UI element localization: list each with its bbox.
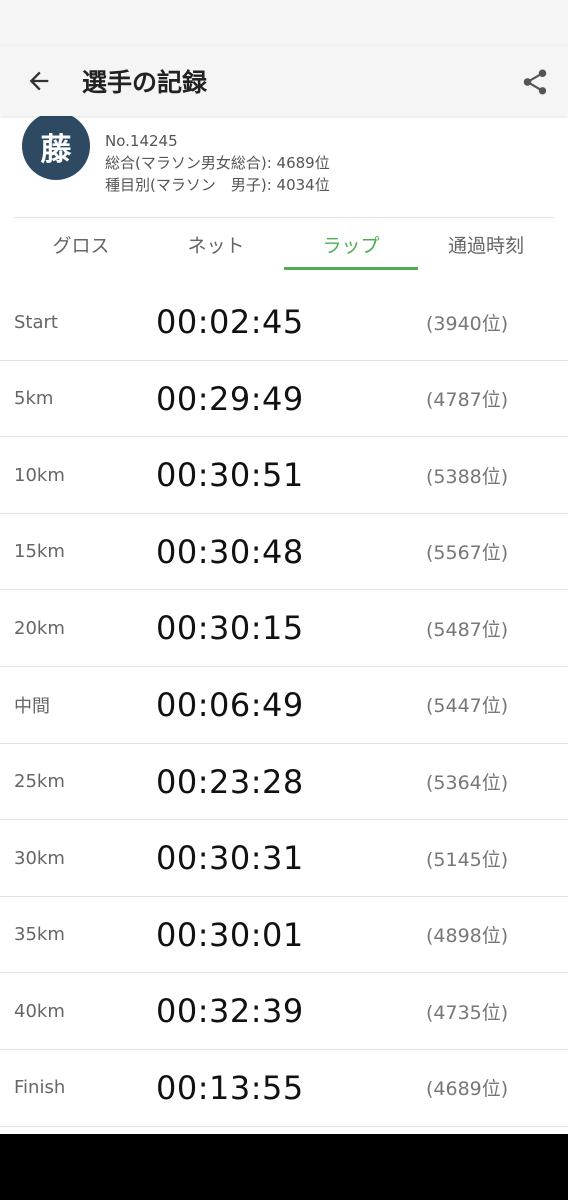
split-label: Start <box>14 311 58 333</box>
split-label: 40km <box>14 1000 65 1022</box>
split-time: 00:30:48 <box>156 532 304 571</box>
runner-profile: 藤 No.14245 総合(マラソン男女総合): 4689位 種目別(マラソン … <box>0 112 568 218</box>
split-time: 00:29:49 <box>156 379 304 418</box>
split-time: 00:06:49 <box>156 685 304 724</box>
split-rank: (5388位) <box>426 465 509 488</box>
split-time: 00:30:31 <box>156 839 304 878</box>
split-time: 00:13:55 <box>156 1068 304 1107</box>
list-item: 中間 00:06:49 (5447位) <box>0 666 568 744</box>
split-rank: (4689位) <box>426 1078 509 1101</box>
system-nav-bar <box>0 1134 568 1200</box>
share-button[interactable] <box>516 63 554 101</box>
split-time: 00:02:45 <box>156 303 304 341</box>
tab-bar: グロス ネット ラップ 通過時刻 <box>0 218 568 270</box>
lap-list: Start 00:02:45 (3940位) 5km 00:29:49 (478… <box>0 284 568 1127</box>
split-rank: (5364位) <box>426 772 509 795</box>
split-time: 00:30:15 <box>156 609 304 648</box>
list-item: 35km 00:30:01 (4898位) <box>0 896 568 974</box>
category-rank: 種目別(マラソン 男子): 4034位 <box>105 176 330 194</box>
avatar: 藤 <box>22 112 90 180</box>
back-button[interactable] <box>0 46 78 116</box>
split-time: 00:32:39 <box>156 992 304 1031</box>
split-label: 15km <box>14 541 65 563</box>
split-label: 25km <box>14 771 65 793</box>
list-item: 10km 00:30:51 (5388位) <box>0 437 568 514</box>
bib-number: No.14245 <box>105 132 178 150</box>
split-rank: (4787位) <box>426 389 509 412</box>
tab-passing-time[interactable]: 通過時刻 <box>419 218 553 270</box>
split-rank: (3940位) <box>426 312 509 335</box>
split-time: 00:30:01 <box>156 915 304 954</box>
list-item: 15km 00:30:48 (5567位) <box>0 513 568 591</box>
split-label: 20km <box>14 617 65 639</box>
split-rank: (4735位) <box>426 1001 509 1024</box>
split-label: 35km <box>14 924 65 946</box>
list-item: 20km 00:30:15 (5487位) <box>0 590 568 667</box>
split-label: 10km <box>14 464 65 486</box>
split-rank: (5567位) <box>426 542 509 565</box>
split-label: 中間 <box>14 695 50 717</box>
list-item: 30km 00:30:31 (5145位) <box>0 820 568 897</box>
split-rank: (5487位) <box>426 618 509 641</box>
profile-info: No.14245 総合(マラソン男女総合): 4689位 種目別(マラソン 男子… <box>105 130 330 196</box>
split-label: Finish <box>14 1077 66 1099</box>
split-rank: (5447位) <box>426 695 509 718</box>
split-label: 5km <box>14 388 54 410</box>
tab-net[interactable]: ネット <box>149 218 283 270</box>
list-item: Finish 00:13:55 (4689位) <box>0 1049 568 1127</box>
status-bar <box>0 0 568 46</box>
split-label: 30km <box>14 847 65 869</box>
list-item: 5km 00:29:49 (4787位) <box>0 360 568 438</box>
split-rank: (5145位) <box>426 848 509 871</box>
tab-lap[interactable]: ラップ <box>284 218 418 270</box>
overall-rank: 総合(マラソン男女総合): 4689位 <box>105 154 330 172</box>
arrow-left-icon <box>29 71 49 91</box>
list-item: 25km 00:23:28 (5364位) <box>0 743 568 821</box>
split-time: 00:23:28 <box>156 762 304 801</box>
page-title: 選手の記録 <box>82 68 208 97</box>
list-item: Start 00:02:45 (3940位) <box>0 284 568 361</box>
list-item: 40km 00:32:39 (4735位) <box>0 973 568 1050</box>
share-icon <box>523 69 547 95</box>
split-rank: (4898位) <box>426 925 509 948</box>
tab-gross[interactable]: グロス <box>14 218 148 270</box>
split-time: 00:30:51 <box>156 456 304 495</box>
app-bar: 選手の記録 <box>0 46 568 116</box>
